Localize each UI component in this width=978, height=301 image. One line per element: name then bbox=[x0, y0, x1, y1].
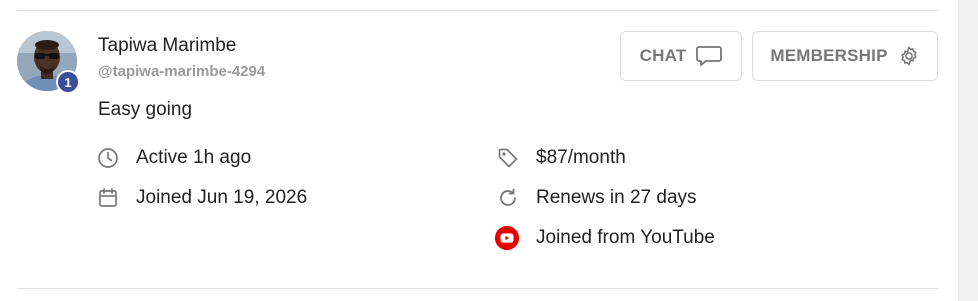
chat-button-label: CHAT bbox=[639, 46, 687, 65]
member-handle: @tapiwa-marimbe-4294 bbox=[98, 63, 266, 80]
join-source-text: Joined from YouTube bbox=[536, 227, 715, 248]
top-divider bbox=[17, 10, 938, 11]
member-card: 1 Tapiwa Marimbe @tapiwa-marimbe-4294 Ea… bbox=[0, 0, 978, 301]
active-status-text: Active 1h ago bbox=[136, 147, 252, 168]
calendar-icon bbox=[96, 186, 120, 210]
price-text: $87/month bbox=[536, 147, 626, 168]
price-row: $87/month bbox=[496, 146, 626, 170]
membership-button-label: MEMBERSHIP bbox=[770, 46, 888, 65]
active-status-row: Active 1h ago bbox=[96, 146, 251, 170]
joined-date-row: Joined Jun 19, 2026 bbox=[96, 186, 307, 210]
clock-icon bbox=[96, 146, 120, 170]
membership-button[interactable]: MEMBERSHIP bbox=[752, 31, 938, 81]
notification-badge: 1 bbox=[56, 70, 80, 94]
youtube-icon bbox=[494, 225, 520, 251]
chat-bubble-icon bbox=[696, 46, 723, 66]
join-source-row: Joined from YouTube bbox=[494, 225, 715, 251]
member-bio: Easy going bbox=[98, 99, 193, 120]
renewal-text: Renews in 27 days bbox=[536, 187, 697, 208]
joined-date-text: Joined Jun 19, 2026 bbox=[136, 187, 308, 208]
price-tag-icon bbox=[496, 146, 520, 170]
gear-icon bbox=[901, 46, 917, 66]
scrollbar[interactable] bbox=[958, 0, 978, 301]
member-name[interactable]: Tapiwa Marimbe bbox=[98, 35, 236, 57]
chat-button[interactable]: CHAT bbox=[620, 31, 742, 81]
bottom-divider bbox=[17, 288, 938, 289]
refresh-icon bbox=[496, 186, 520, 210]
renewal-row: Renews in 27 days bbox=[496, 186, 697, 210]
